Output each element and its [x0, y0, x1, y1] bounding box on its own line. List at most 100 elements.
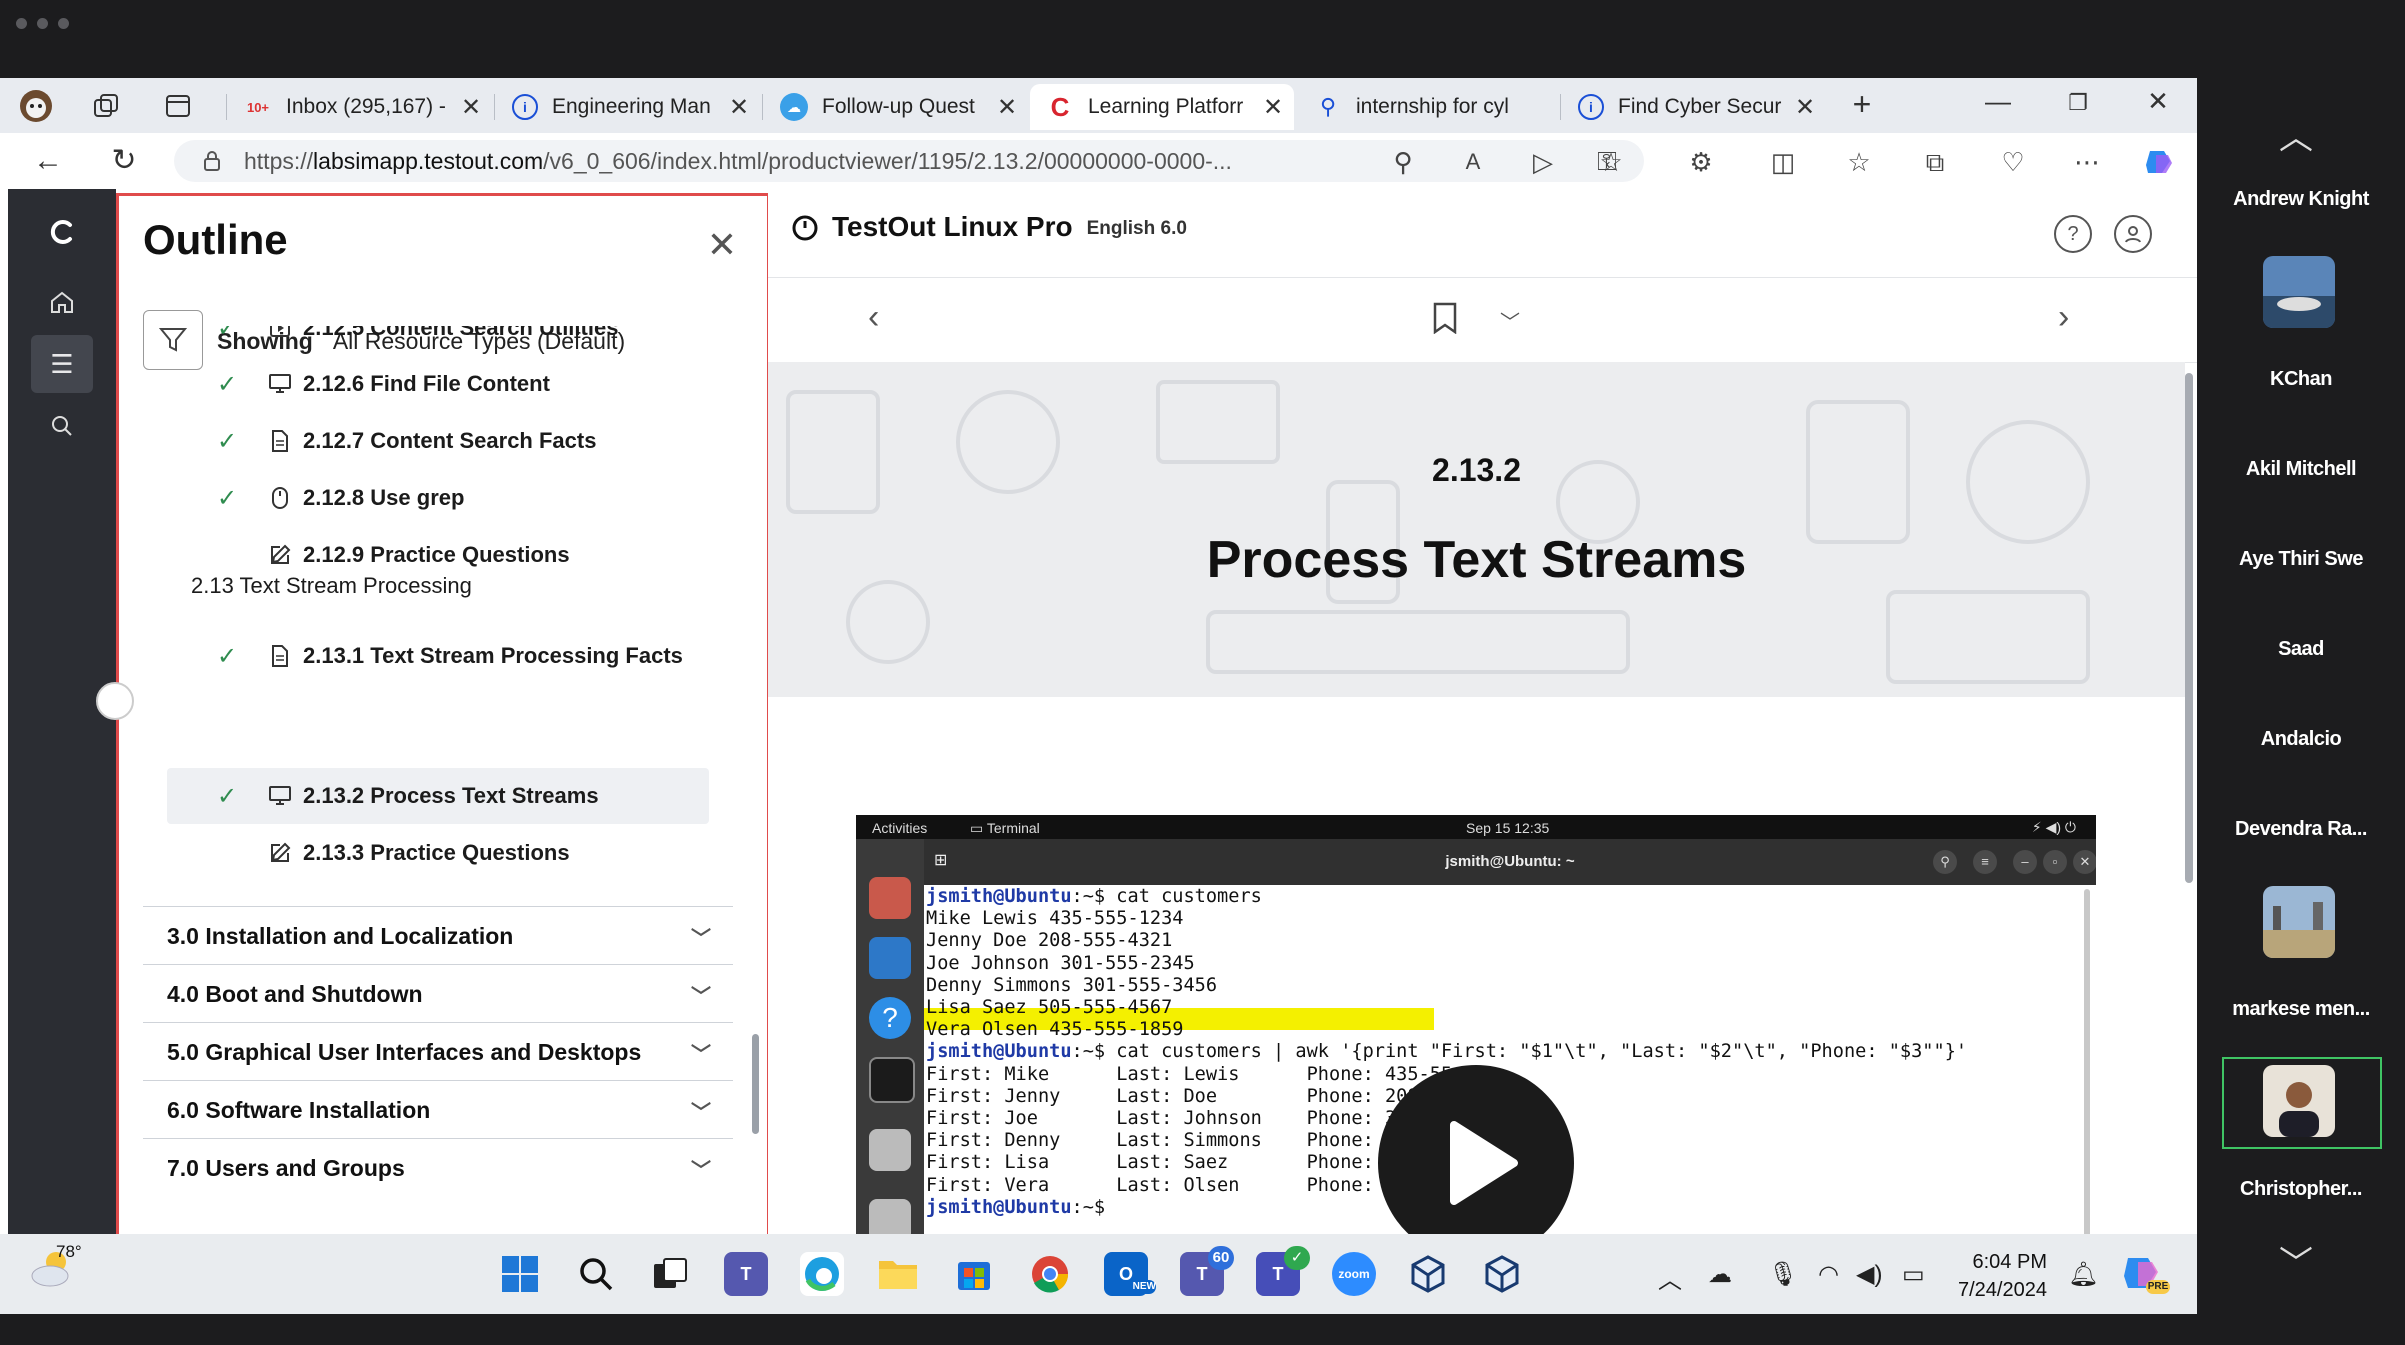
edge-icon[interactable]: [800, 1252, 844, 1296]
weather-widget[interactable]: 78°: [28, 1242, 82, 1297]
chevron-up-icon[interactable]: ︿: [1658, 1260, 1682, 1295]
list-item[interactable]: ✓ 2.12.8 Use grep: [119, 470, 759, 526]
close-tab-icon[interactable]: ✕: [992, 93, 1022, 122]
list-item[interactable]: ✓ 2.13.1 Text Stream Processing Facts: [119, 628, 759, 684]
search-icon[interactable]: [31, 397, 93, 455]
refresh-button[interactable]: ↻: [104, 143, 144, 179]
restore-button[interactable]: ❐: [2058, 90, 2098, 116]
zoom-icon[interactable]: zoom: [1332, 1252, 1376, 1296]
participant-name[interactable]: Akil Mitchell: [2221, 458, 2381, 481]
back-button[interactable]: ←: [28, 143, 68, 179]
outlook-new-icon[interactable]: O NEW: [1104, 1252, 1156, 1296]
virtualbox-icon[interactable]: [1406, 1252, 1450, 1296]
virtualbox-2-icon[interactable]: [1480, 1252, 1524, 1296]
panel-collapse-handle[interactable]: [96, 682, 134, 720]
account-icon[interactable]: [2114, 215, 2152, 253]
split-screen-icon[interactable]: ◫: [1766, 145, 1800, 179]
teams-icon[interactable]: T: [724, 1252, 768, 1296]
search-icon[interactable]: [574, 1252, 618, 1296]
left-rail: ☰: [8, 189, 116, 1279]
tab-inbox[interactable]: 10+ Inbox (295,167) - ✕: [228, 84, 492, 130]
participant-name[interactable]: Aye Thiri Swe: [2221, 548, 2381, 571]
bookmark-icon[interactable]: [1432, 302, 1458, 343]
participant-video[interactable]: [2263, 1065, 2335, 1137]
participant-name[interactable]: Devendra Ra...: [2221, 818, 2381, 841]
onedrive-icon[interactable]: ☁: [1708, 1260, 1732, 1289]
volume-icon[interactable]: ◀): [1856, 1260, 1882, 1289]
participant-name[interactable]: markese men...: [2221, 998, 2381, 1021]
chevron-down-icon[interactable]: ﹀: [1500, 306, 1520, 335]
browser-essentials-icon[interactable]: ♡: [1996, 145, 2030, 179]
minimize-button[interactable]: —: [1978, 86, 2018, 117]
url-bar[interactable]: https://labsimapp.testout.com/v6_0_606/i…: [174, 140, 1644, 182]
battery-icon[interactable]: ▭: [1902, 1260, 1925, 1289]
chapter-row[interactable]: 4.0 Boot and Shutdown ﹀: [143, 964, 733, 1023]
task-view-icon[interactable]: [648, 1252, 692, 1296]
home-icon[interactable]: [31, 273, 93, 331]
copilot-icon[interactable]: [2142, 145, 2176, 179]
wifi-icon[interactable]: ◠: [1818, 1260, 1839, 1289]
read-aloud-icon[interactable]: A: [1456, 145, 1490, 179]
extensions-icon[interactable]: ⚙: [1684, 145, 1718, 179]
outline-menu-icon[interactable]: ☰: [31, 335, 93, 393]
close-tab-icon[interactable]: ✕: [1258, 93, 1288, 122]
teams-chat-icon[interactable]: T 60: [1180, 1246, 1234, 1296]
tab-actions-icon[interactable]: [160, 88, 196, 124]
profile-avatar-icon[interactable]: [18, 88, 54, 124]
tab-follow-up[interactable]: ☁ Follow-up Quest ✕: [764, 84, 1028, 130]
tab-find-cyber[interactable]: i Find Cyber Secur ✕: [1562, 84, 1826, 130]
list-item[interactable]: ✓ 2.12.6 Find File Content: [119, 356, 759, 412]
favorite-star-icon[interactable]: ☆: [1594, 145, 1628, 179]
teams-new-icon[interactable]: T ✓: [1256, 1246, 1310, 1296]
next-lesson-icon[interactable]: ›: [2058, 298, 2069, 337]
close-tab-icon[interactable]: ✕: [456, 93, 486, 122]
list-item[interactable]: ✓ 2.12.7 Content Search Facts: [119, 413, 759, 469]
participant-name[interactable]: Andalcio: [2221, 728, 2381, 751]
chapter-row[interactable]: 3.0 Installation and Localization ﹀: [143, 906, 733, 965]
previous-lesson-icon[interactable]: ‹: [868, 298, 879, 337]
new-tab-button[interactable]: +: [1842, 86, 1882, 123]
chapter-row[interactable]: 6.0 Software Installation ﹀: [143, 1080, 733, 1139]
meeting-participants: ︿ Andrew Knight KChan Akil Mitchell Aye …: [2221, 110, 2382, 1310]
chevron-down-icon[interactable]: ﹀: [2279, 1236, 2313, 1285]
help-icon[interactable]: ?: [2054, 215, 2092, 253]
close-window-button[interactable]: ✕: [2138, 86, 2178, 117]
collections-icon[interactable]: ⧉: [1918, 145, 1952, 179]
chapter-row[interactable]: 5.0 Graphical User Interfaces and Deskto…: [143, 1022, 733, 1081]
clock[interactable]: 6:04 PM 7/24/2024: [1958, 1248, 2047, 1304]
participant-name[interactable]: Saad: [2221, 638, 2381, 661]
close-icon[interactable]: ✕: [707, 224, 737, 266]
chevron-up-icon[interactable]: ︿: [2279, 110, 2313, 159]
close-tab-icon[interactable]: ✕: [724, 93, 754, 122]
testout-logo-icon[interactable]: [31, 203, 93, 261]
content-scrollbar[interactable]: [2185, 373, 2193, 883]
participant-video[interactable]: [2263, 886, 2335, 958]
favorites-icon[interactable]: ☆: [1842, 145, 1876, 179]
participant-name[interactable]: Christopher...: [2221, 1178, 2381, 1201]
media-icon[interactable]: ▷: [1526, 145, 1560, 179]
close-tab-icon[interactable]: ✕: [1790, 93, 1820, 122]
play-button-icon[interactable]: [1376, 1063, 1576, 1263]
workspaces-icon[interactable]: [88, 88, 124, 124]
participant-name[interactable]: KChan: [2221, 368, 2381, 391]
participant-video[interactable]: [2263, 256, 2335, 328]
list-item-selected[interactable]: ✓ 2.13.2 Process Text Streams: [119, 768, 759, 824]
chapter-row[interactable]: 7.0 Users and Groups ﹀: [143, 1138, 733, 1197]
tab-internship[interactable]: ⚲ internship for cyl: [1298, 84, 1562, 130]
more-menu-icon[interactable]: ⋯: [2070, 145, 2104, 179]
list-item[interactable]: ✓ 2.12.5 Content Search Utilities: [119, 326, 759, 356]
tab-engineering[interactable]: i Engineering Man ✕: [496, 84, 760, 130]
zoom-out-icon[interactable]: ⚲: [1386, 145, 1420, 179]
copilot-pre-icon[interactable]: PRE: [2120, 1250, 2170, 1294]
start-icon[interactable]: [498, 1252, 542, 1296]
store-icon[interactable]: [952, 1252, 996, 1296]
tab-learning-platform[interactable]: C Learning Platforr ✕: [1030, 84, 1294, 130]
chrome-icon[interactable]: [1028, 1252, 1072, 1296]
microphone-icon[interactable]: 🎙︎: [1768, 1260, 1798, 1289]
outline-scrollbar[interactable]: [752, 1034, 759, 1134]
list-item[interactable]: 2.13.3 Practice Questions: [119, 825, 759, 881]
notification-bell-icon[interactable]: 🔔︎: [2068, 1260, 2098, 1289]
participant-name[interactable]: Andrew Knight: [2221, 188, 2381, 211]
section-heading[interactable]: 2.13 Text Stream Processing: [191, 573, 472, 599]
file-explorer-icon[interactable]: [876, 1252, 920, 1296]
